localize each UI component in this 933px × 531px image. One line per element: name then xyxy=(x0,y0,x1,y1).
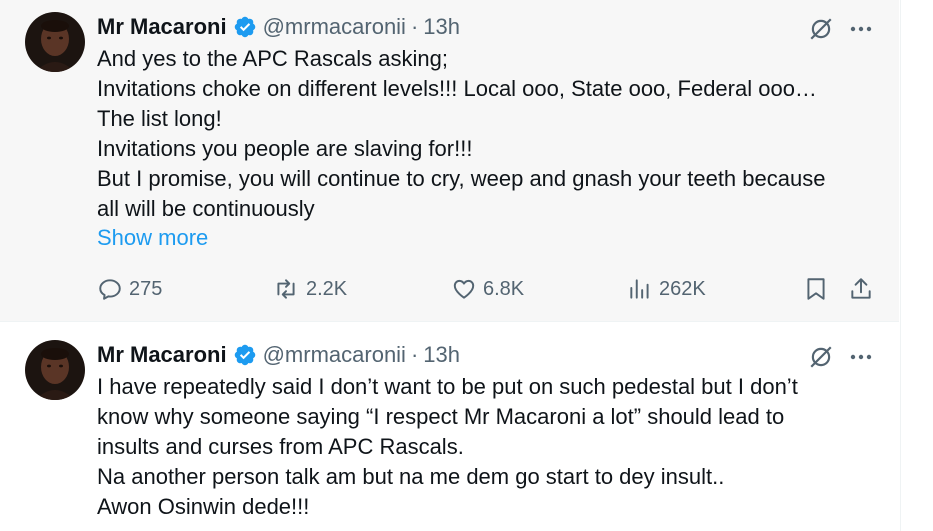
tweet-text-line: And yes to the APC Rascals asking; xyxy=(97,46,448,71)
tweet-text-line: I have repeatedly said I don’t want to b… xyxy=(97,374,798,399)
like-button[interactable]: 6.8K xyxy=(451,273,524,305)
views-count: 262K xyxy=(659,277,706,300)
tweet-text-line: Na another person talk am but na me dem … xyxy=(97,464,725,489)
avatar[interactable] xyxy=(25,12,85,72)
tweet-text-line: But I promise, you will continue to cry,… xyxy=(97,166,826,191)
share-icon xyxy=(851,278,871,299)
tweet-text-line: know why someone saying “I respect Mr Ma… xyxy=(97,404,785,429)
verified-badge-icon xyxy=(234,16,255,38)
tweet-header: Mr Macaroni @mrmacaronii · 13h xyxy=(97,340,460,370)
reply-button[interactable]: 275 xyxy=(97,273,162,305)
tweet-text-line: Invitations choke on different levels!!!… xyxy=(97,76,817,101)
views-button[interactable]: 262K xyxy=(627,273,706,305)
views-icon xyxy=(630,279,649,299)
show-more-link[interactable]: Show more xyxy=(97,225,208,251)
like-icon xyxy=(453,279,475,299)
tweet-text-line: The list long! xyxy=(97,106,222,131)
tweet-text: I have repeatedly said I don’t want to b… xyxy=(97,372,798,522)
tweet-top-actions xyxy=(806,342,878,372)
separator-dot: · xyxy=(410,14,419,39)
timeline-feed: Mr Macaroni @mrmacaronii · 13h And yes t… xyxy=(0,0,901,531)
tweet-text-line: Awon Osinwin dede!!! xyxy=(97,494,310,519)
reply-icon xyxy=(99,279,121,300)
tweet-2[interactable]: Mr Macaroni @mrmacaronii · 13h I have re… xyxy=(0,323,899,531)
verified-badge-icon xyxy=(234,344,255,366)
repost-button[interactable]: 2.2K xyxy=(272,273,347,305)
more-icon[interactable] xyxy=(844,342,878,372)
tweet-text-line: insults and curses from APC Rascals. xyxy=(97,434,464,459)
share-button[interactable] xyxy=(848,273,880,305)
author-handle[interactable]: @mrmacaronii xyxy=(263,342,406,368)
grok-icon[interactable] xyxy=(806,342,836,372)
author-name[interactable]: Mr Macaroni xyxy=(97,342,227,368)
tweet-text-line: Invitations you people are slaving for!!… xyxy=(97,136,473,161)
tweet-header: Mr Macaroni @mrmacaronii · 13h xyxy=(97,12,460,42)
repost-icon xyxy=(277,279,295,299)
timestamp[interactable]: 13h xyxy=(423,14,460,40)
bookmark-icon xyxy=(807,278,825,300)
grok-icon[interactable] xyxy=(806,14,836,44)
separator-dot: · xyxy=(410,342,419,367)
avatar[interactable] xyxy=(25,340,85,400)
tweet-1[interactable]: Mr Macaroni @mrmacaronii · 13h And yes t… xyxy=(0,0,899,322)
more-icon[interactable] xyxy=(844,14,878,44)
author-name[interactable]: Mr Macaroni xyxy=(97,14,227,40)
tweet-actions: 275 2.2K 6.8K 262K xyxy=(97,273,877,305)
reply-count: 275 xyxy=(129,277,163,300)
tweet-text-line: all will be continuously xyxy=(97,196,315,221)
timestamp[interactable]: 13h xyxy=(423,342,460,368)
author-handle[interactable]: @mrmacaronii xyxy=(263,14,406,40)
tweet-text: And yes to the APC Rascals asking; Invit… xyxy=(97,44,825,224)
like-count: 6.8K xyxy=(483,277,525,300)
bookmark-button[interactable] xyxy=(803,273,835,305)
repost-count: 2.2K xyxy=(306,277,348,300)
tweet-top-actions xyxy=(806,14,878,44)
